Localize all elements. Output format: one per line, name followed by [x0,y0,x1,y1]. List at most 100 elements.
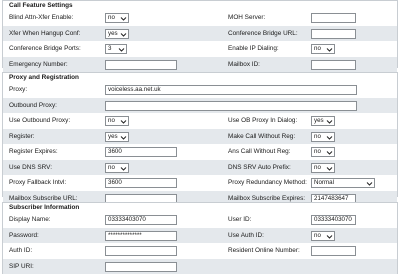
make-call-without-reg-select[interactable]: no [311,131,335,142]
moh-server-input[interactable] [311,13,356,23]
use-dns-srv-label: Use DNS SRV: [9,163,52,171]
emergency-number-label: Emergency Number: [9,60,68,68]
dns-srv-auto-prefix-select[interactable]: no [311,162,335,173]
use-dns-srv-select[interactable]: no [105,162,129,173]
settings-row: Proxy: voiceless.aa.net.uk [3,82,397,98]
settings-row: Password: ************** Use Auth ID: no [3,227,397,243]
settings-row: Conference Bridge Ports: 3 Enable IP Dia… [3,41,397,57]
subscriber-information-panel: Subscriber Information Display Name: 033… [2,202,398,274]
proxy-redundancy-method-select[interactable]: Normal [311,178,375,188]
chevron-down-icon [326,233,333,240]
call-feature-settings-title: Call Feature Settings [9,2,73,9]
chevron-down-icon [326,46,333,53]
ans-call-without-reg-label: Ans Call Without Reg: [228,148,291,155]
xfer-when-hangup-conf-label: Xfer When Hangup Conf: [9,29,81,37]
auth-id-label: Auth ID: [9,247,33,254]
settings-row: Xfer When Hangup Conf: yes Conference Br… [3,25,397,41]
ans-call-without-reg-select[interactable]: no [311,147,335,157]
mailbox-id-input[interactable] [311,59,356,70]
display-name-label: Display Name: [9,216,51,223]
chevron-down-icon [120,165,127,172]
outbound-proxy-label: Outbound Proxy: [9,101,57,109]
conference-bridge-ports-select[interactable]: 3 [105,44,127,54]
chevron-down-icon [326,134,333,141]
settings-row: Auth ID: Resident Online Number: [3,243,397,259]
settings-row: Register: yes Make Call Without Reg: no [3,128,397,144]
enable-ip-dialing-select[interactable]: no [311,44,335,54]
proxy-registration-title: Proxy and Registration [9,74,79,81]
moh-server-label: MOH Server: [228,14,266,21]
blind-attn-xfer-enable-value: no [108,14,115,21]
use-outbound-proxy-value: no [108,117,115,124]
conference-bridge-url-label: Conference Bridge URL: [228,29,298,37]
auth-id-input[interactable] [105,246,177,256]
enable-ip-dialing-label: Enable IP Dialing: [228,45,279,52]
register-expires-input[interactable]: 3600 [105,147,177,157]
conference-bridge-ports-value: 3 [108,45,112,52]
use-dns-srv-value: no [108,163,115,171]
proxy-redundancy-method-label: Proxy Redundancy Method: [228,179,307,186]
register-expires-label: Register Expires: [9,148,58,155]
chevron-down-icon [326,165,333,172]
register-value: yes [108,132,118,140]
password-label: Password: [9,231,39,239]
mailbox-id-label: Mailbox ID: [228,60,260,68]
chevron-down-icon [120,118,127,125]
call-feature-settings-panel: Call Feature Settings Blind Attn-Xfer En… [2,0,398,72]
settings-row: Use Outbound Proxy: no Use OB Proxy In D… [3,113,397,129]
use-ob-proxy-in-dialog-select[interactable]: yes [311,116,335,126]
register-label: Register: [9,132,35,140]
make-call-without-reg-value: no [314,132,321,140]
blind-attn-xfer-enable-select[interactable]: no [105,13,129,23]
conference-bridge-url-input[interactable] [311,28,356,39]
display-name-input[interactable]: 03333403070 [105,215,177,225]
proxy-label: Proxy: [9,86,28,93]
chevron-down-icon [120,31,127,38]
outbound-proxy-input[interactable] [105,100,357,111]
settings-row: Outbound Proxy: [3,97,397,113]
user-id-label: User ID: [228,216,252,223]
xfer-when-hangup-conf-value: yes [108,29,118,37]
ans-call-without-reg-value: no [314,148,321,155]
dns-srv-auto-prefix-value: no [314,163,321,171]
resident-online-number-label: Resident Online Number: [228,247,300,254]
chevron-down-icon [118,46,125,53]
proxy-fallback-intvl-label: Proxy Fallback Intvl: [9,179,67,186]
use-auth-id-value: no [314,231,321,239]
register-select[interactable]: yes [105,131,129,142]
xfer-when-hangup-conf-select[interactable]: yes [105,28,129,39]
proxy-redundancy-method-value: Normal [314,179,334,186]
conference-bridge-ports-label: Conference Bridge Ports: [9,45,81,52]
proxy-registration-panel: Proxy and Registration Proxy: voiceless.… [2,72,398,206]
make-call-without-reg-label: Make Call Without Reg: [228,132,296,140]
resident-online-number-input[interactable] [311,246,356,256]
dns-srv-auto-prefix-label: DNS SRV Auto Prefix: [228,163,291,171]
user-id-input[interactable]: 03333403070 [311,215,356,225]
settings-row: Emergency Number: Mailbox ID: [3,56,397,72]
use-ob-proxy-in-dialog-value: yes [314,117,324,124]
chevron-down-icon [366,180,373,187]
sip-uri-input[interactable] [105,261,177,272]
proxy-input[interactable]: voiceless.aa.net.uk [105,85,357,95]
settings-row: Register Expires: 3600 Ans Call Without … [3,144,397,160]
chevron-down-icon [326,118,333,125]
settings-row: Display Name: 03333403070 User ID: 03333… [3,212,397,228]
chevron-down-icon [120,15,127,22]
use-outbound-proxy-label: Use Outbound Proxy: [9,117,71,124]
settings-row: Use DNS SRV: no DNS SRV Auto Prefix: no [3,159,397,175]
chevron-down-icon [326,149,333,156]
proxy-fallback-intvl-input[interactable]: 3600 [105,178,177,188]
enable-ip-dialing-value: no [314,45,321,52]
blind-attn-xfer-enable-label: Blind Attn-Xfer Enable: [9,14,74,21]
use-ob-proxy-in-dialog-label: Use OB Proxy In Dialog: [228,117,298,124]
chevron-down-icon [120,134,127,141]
use-outbound-proxy-select[interactable]: no [105,116,129,126]
password-input[interactable]: ************** [105,230,177,241]
settings-row: Blind Attn-Xfer Enable: no MOH Server: [3,10,397,26]
subscriber-information-title: Subscriber Information [9,204,80,211]
emergency-number-input[interactable] [105,59,177,70]
settings-row: SIP URI: [3,258,397,274]
use-auth-id-label: Use Auth ID: [228,231,264,239]
use-auth-id-select[interactable]: no [311,230,335,241]
settings-row: Proxy Fallback Intvl: 3600 Proxy Redunda… [3,175,397,191]
